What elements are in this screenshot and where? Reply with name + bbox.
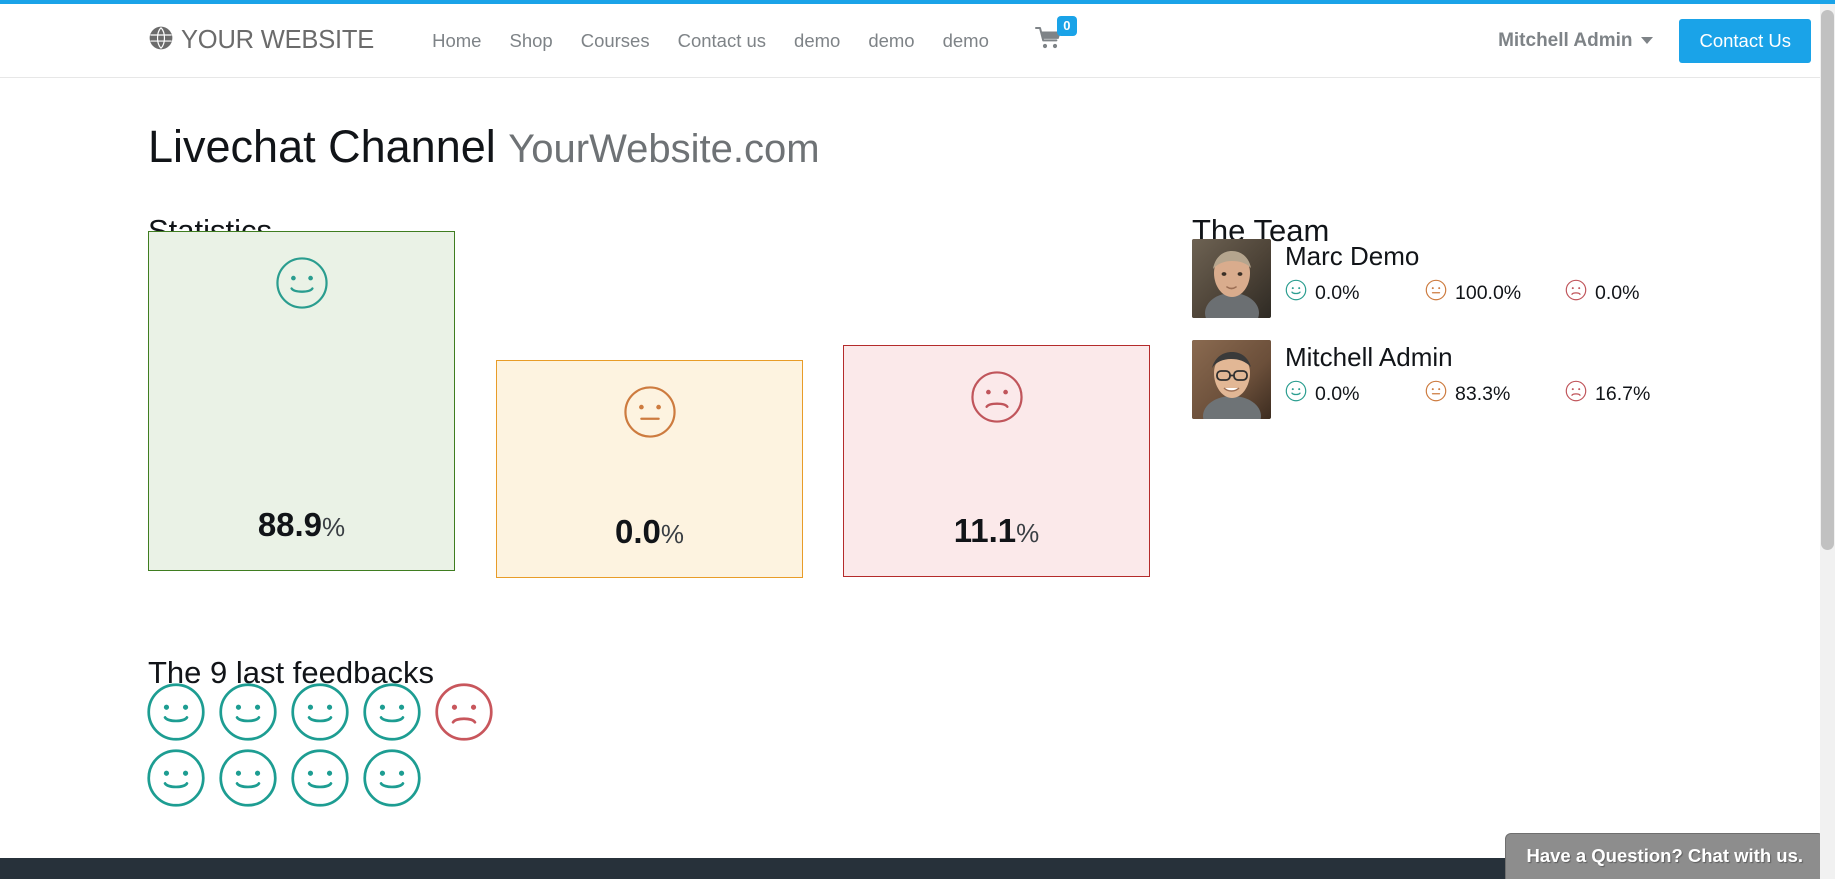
user-menu-button[interactable]: Mitchell Admin [1498,29,1654,52]
neutral-face-icon [1425,380,1447,408]
feedback-grid [146,679,546,811]
stat-unit-neutral: % [660,519,684,549]
nav-item-home[interactable]: Home [418,30,495,52]
member-stat-sad: 16.7% [1565,380,1705,408]
nav-item-demo-3[interactable]: demo [929,30,1003,52]
page-root: YOUR WEBSITE Home Shop Courses Contact u… [0,0,1835,879]
neutral-face-icon [1425,279,1447,307]
page-title-main: Livechat Channel [148,121,496,173]
member-stats: 0.0% 100.0% 0.0% [1285,279,1705,307]
feedback-item-happy [362,679,434,745]
globe-icon [148,25,174,56]
member-stat-neutral: 83.3% [1425,380,1565,408]
sad-face-icon [970,370,1024,429]
stat-value-neutral: 0.0% [615,513,684,551]
sad-face-icon [1565,380,1587,408]
stat-value-sad: 11.1% [954,512,1040,550]
member-stat-value: 0.0% [1595,281,1640,304]
feedback-item-happy [218,679,290,745]
chevron-down-icon [1641,37,1654,44]
stat-value-happy: 88.9% [258,506,345,544]
page-title: Livechat Channel YourWebsite.com [148,121,820,173]
member-body: Mitchell Admin 0.0% 83.3% 16.7% [1285,340,1705,408]
page-scrollbar-thumb[interactable] [1821,10,1834,550]
neutral-face-icon [623,385,677,444]
page-content: Livechat Channel YourWebsite.com Statist… [0,79,1835,858]
contact-us-button[interactable]: Contact Us [1679,18,1811,63]
brand-logo-link[interactable]: YOUR WEBSITE [148,25,374,56]
cart-button[interactable]: 0 [1034,16,1077,55]
team-member: Marc Demo 0.0% 100.0% 0.0% [1192,239,1705,318]
feedback-item-sad [434,679,506,745]
brand-name: YOUR WEBSITE [181,26,375,54]
nav-item-demo-1[interactable]: demo [780,30,854,52]
feedback-item-happy [218,745,290,811]
header-right-group: Mitchell Admin Contact Us [1498,18,1811,63]
member-stat-neutral: 100.0% [1425,279,1565,307]
stat-unit-happy: % [322,512,346,542]
site-header: YOUR WEBSITE Home Shop Courses Contact u… [0,4,1835,78]
member-stat-value: 83.3% [1455,382,1511,405]
team-member: Mitchell Admin 0.0% 83.3% 16.7% [1192,340,1705,419]
cart-count-badge: 0 [1056,16,1077,36]
main-navigation: Home Shop Courses Contact us demo demo d… [418,16,1077,55]
sad-face-icon [1565,279,1587,307]
happy-face-icon [275,256,329,315]
happy-face-icon [1285,380,1307,408]
stat-number-sad: 11.1 [953,512,1017,549]
member-body: Marc Demo 0.0% 100.0% 0.0% [1285,239,1705,307]
feedback-item-happy [362,745,434,811]
member-name: Marc Demo [1285,241,1420,271]
member-name: Mitchell Admin [1285,342,1453,372]
team-member-list: Marc Demo 0.0% 100.0% 0.0% Mitchell Admi… [1192,239,1705,441]
member-stat-value: 0.0% [1315,281,1360,304]
nav-item-shop[interactable]: Shop [495,30,566,52]
member-stat-value: 100.0% [1455,281,1522,304]
chat-widget-button[interactable]: Have a Question? Chat with us. [1505,833,1824,879]
member-stat-value: 0.0% [1315,382,1360,405]
stat-box-happy: 88.9% [148,231,455,571]
nav-item-demo-2[interactable]: demo [854,30,928,52]
stat-box-neutral: 0.0% [496,360,803,578]
member-stats: 0.0% 83.3% 16.7% [1285,380,1705,408]
page-scrollbar-track[interactable] [1820,4,1835,879]
stat-box-sad: 11.1% [843,345,1150,577]
feedback-item-happy [290,679,362,745]
happy-face-icon [1285,279,1307,307]
member-stat-happy: 0.0% [1285,279,1425,307]
user-menu-label: Mitchell Admin [1498,29,1633,51]
feedback-item-happy [146,745,218,811]
mitchell-admin-avatar [1192,340,1271,419]
stat-number-neutral: 0.0 [615,513,661,550]
nav-item-contact-us[interactable]: Contact us [664,30,780,52]
member-stat-value: 16.7% [1595,382,1651,405]
nav-item-courses[interactable]: Courses [567,30,664,52]
page-title-subtitle: YourWebsite.com [508,127,820,172]
member-stat-happy: 0.0% [1285,380,1425,408]
feedback-item-happy [146,679,218,745]
feedback-item-happy [290,745,362,811]
marc-demo-avatar [1192,239,1271,318]
stat-unit-sad: % [1016,518,1040,548]
stat-number-happy: 88.9 [257,506,323,543]
member-stat-sad: 0.0% [1565,279,1705,307]
